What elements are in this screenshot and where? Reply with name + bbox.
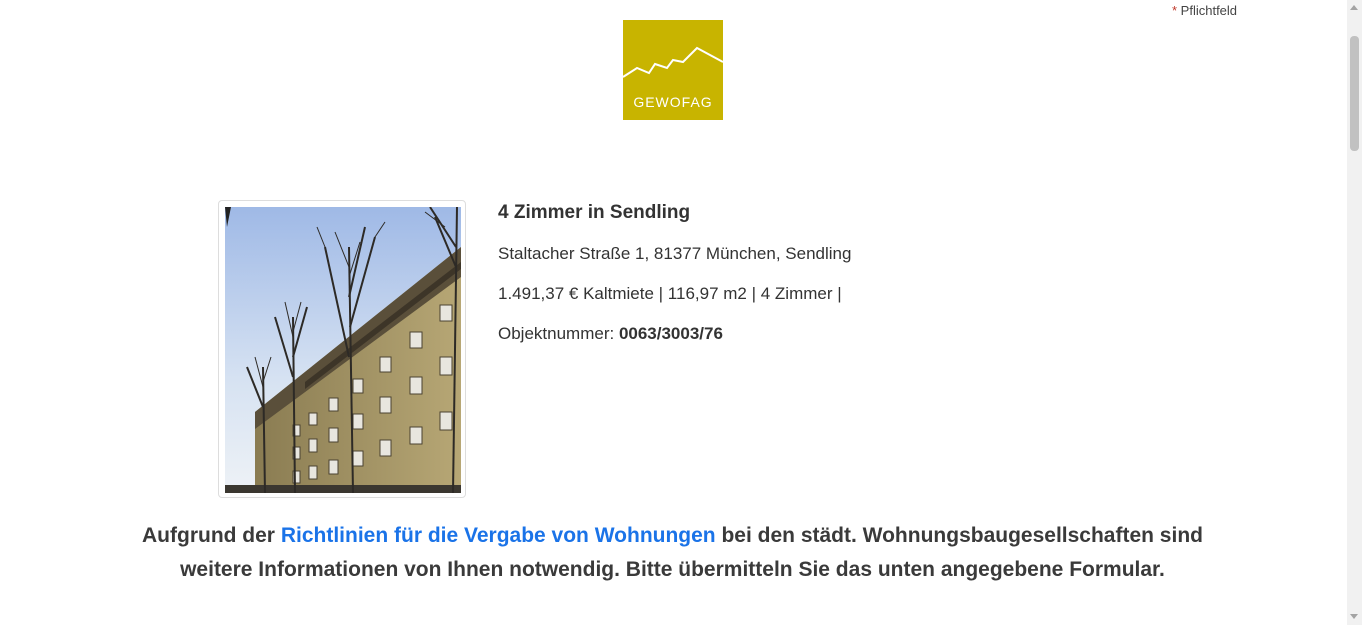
required-field-note: * Pflichtfeld [1172,3,1237,18]
scroll-up-arrow-icon[interactable] [1350,5,1358,10]
object-number: Objektnummer: 0063/3003/76 [498,324,1098,344]
listing-title: 4 Zimmer in Sendling [498,202,691,223]
logo-text: GEWOFAG [633,94,713,110]
vertical-scrollbar[interactable] [1347,0,1362,625]
listing-address: Staltacher Straße 1, 81377 München, Send… [498,244,852,263]
required-label: Pflichtfeld [1177,3,1238,18]
listing-info: 4 Zimmer in Sendling Staltacher Straße 1… [498,200,1098,344]
gewofag-logo[interactable]: GEWOFAG [623,20,723,120]
scroll-thumb[interactable] [1350,36,1359,151]
scroll-down-arrow-icon[interactable] [1350,614,1358,619]
property-photo-frame[interactable] [218,200,466,498]
page: * Pflichtfeld GEWOFAG 4 Zimmer in Sendli… [0,0,1347,625]
allocation-notice: Aufgrund der Richtlinien für die Vergabe… [140,519,1205,587]
object-number-value: 0063/3003/76 [618,324,723,343]
allocation-guidelines-link[interactable]: Richtlinien für die Vergabe von Wohnunge… [281,524,716,547]
listing-details: 1.491,37 € Kaltmiete | 116,97 m2 | 4 Zim… [498,284,842,303]
property-photo [225,207,461,493]
object-number-label: Objektnummer: [498,324,619,343]
notice-prefix: Aufgrund der [142,524,281,547]
